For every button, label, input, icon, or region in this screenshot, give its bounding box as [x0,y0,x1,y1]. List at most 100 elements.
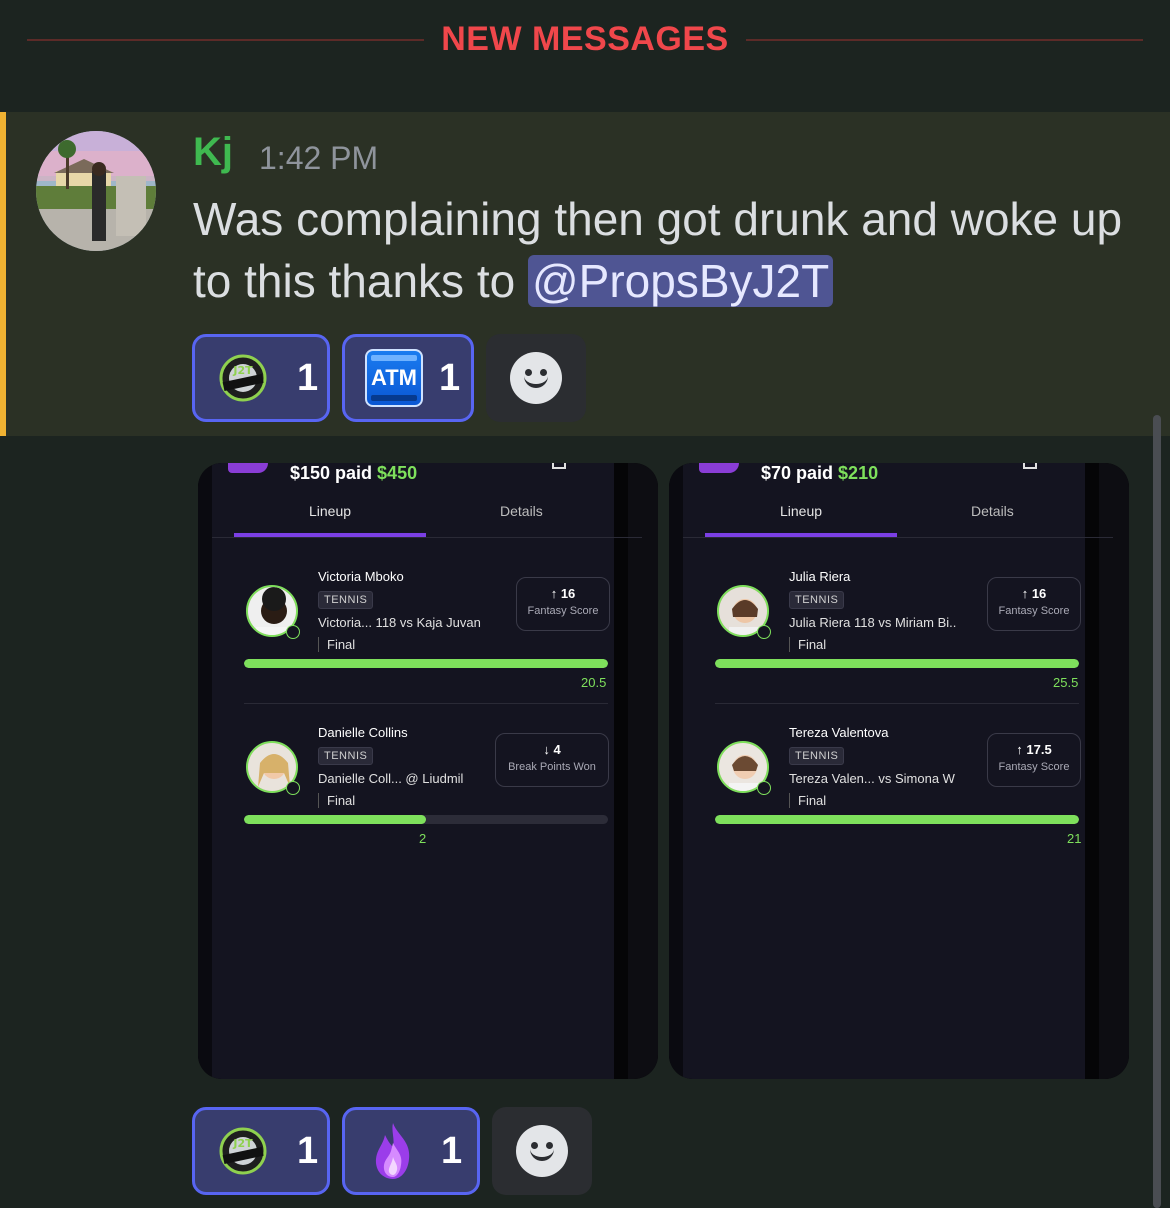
tab-lineup: Lineup [309,503,352,519]
paid-amount: $70 paid $210 [761,463,878,484]
progress-bar [715,659,1079,668]
atm-icon: ATM [365,349,423,407]
smiley-icon [516,1125,568,1177]
add-reaction-button[interactable] [486,334,586,422]
projection-value: ↑ 17.5 [988,742,1080,757]
svg-text:J2T: J2T [232,364,253,377]
add-reaction-button[interactable] [492,1107,592,1195]
result-value: 25.5 [1053,675,1079,690]
game-status: Final [789,637,826,652]
sport-badge: TENNIS [318,591,374,609]
game-status: Final [318,793,355,808]
divider-line-right [746,39,1143,41]
attachment-image-2[interactable]: $70 paid $210 Lineup Details Julia Riera… [669,463,1129,1079]
win-amount: $210 [838,463,879,483]
player-name: Julia Riera [789,569,851,584]
player-name: Victoria Mboko [318,569,404,584]
projection-value: ↑ 16 [517,586,609,601]
projection-label: Fantasy Score [998,761,1070,773]
check-icon [757,781,771,795]
paid-label: $150 paid [290,463,378,483]
tab-details: Details [971,503,1014,519]
reaction-count: 1 [297,1129,319,1172]
projection-number: 16 [560,586,576,601]
smiley-icon [510,352,562,404]
progress-fill [715,659,1079,668]
projection-number: 4 [553,742,561,757]
reaction-j2t-bottom[interactable]: J2T 1 [192,1107,330,1195]
tab-details: Details [500,503,543,519]
check-icon [757,625,771,639]
arrow-up-icon: ↑ [550,586,558,601]
timestamp: 1:42 PM [259,140,379,176]
projection-box: ↑ 16 Fantasy Score [987,577,1081,631]
projection-box: ↑ 16 Fantasy Score [516,577,610,631]
projection-label: Fantasy Score [527,605,599,617]
matchup: Julia Riera 118 vs Miriam Bi.. [789,615,957,630]
projection-value: ↑ 16 [988,586,1080,601]
share-icon [1023,463,1037,469]
progress-bar [244,815,608,824]
arrow-up-icon: ↑ [1021,586,1029,601]
progress-bar [715,815,1079,824]
game-status: Final [789,793,826,808]
projection-number: 16 [1031,586,1047,601]
matchup: Danielle Coll... @ Liudmil [318,771,464,786]
progress-bar [244,659,608,668]
sport-badge: TENNIS [789,747,845,765]
purple-fire-icon [367,1121,419,1181]
message-text: Was complaining then got drunk and woke … [193,188,1143,312]
projection-number: 17.5 [1026,742,1052,757]
result-value: 21 [1067,831,1082,846]
result-value: 2 [419,831,427,846]
atm-label: ATM [370,365,418,390]
player-name: Tereza Valentova [789,725,889,740]
player-card: Victoria Mboko TENNIS Victoria... 118 vs… [198,565,658,704]
mention[interactable]: @PropsByJ2T [527,255,834,307]
progress-fill [244,815,426,824]
scrollbar[interactable] [1153,415,1161,1208]
new-messages-divider: NEW MESSAGES [0,0,1170,112]
check-icon [286,781,300,795]
projection-box: ↑ 17.5 Fantasy Score [987,733,1081,787]
reaction-count: 1 [297,356,319,399]
matchup: Victoria... 118 vs Kaja Juvan [318,615,481,630]
result-value: 20.5 [581,675,607,690]
projection-box: ↓ 4 Break Points Won [495,733,609,787]
tab-lineup: Lineup [780,503,823,519]
paid-amount: $150 paid $450 [290,463,417,484]
highlight-bar [0,112,6,436]
username[interactable]: Kj [193,130,233,175]
j2t-sportscapper-icon: J2T [217,352,269,404]
check-icon [286,625,300,639]
player-card: Danielle Collins TENNIS Danielle Coll...… [198,721,658,851]
reaction-fire[interactable]: 1 [342,1107,480,1195]
player-name: Danielle Collins [318,725,408,740]
arrow-down-icon: ↓ [543,742,550,757]
player-card: Tereza Valentova TENNIS Tereza Valen... … [669,721,1129,851]
arrow-up-icon: ↑ [1016,742,1023,757]
app-logo-icon [228,463,268,473]
progress-fill [715,815,1079,824]
app-logo-icon [699,463,739,473]
reaction-count: 1 [439,356,461,399]
sport-badge: TENNIS [318,747,374,765]
reaction-j2t[interactable]: J2T 1 [192,334,330,422]
reaction-count: 1 [441,1129,463,1172]
matchup: Tereza Valen... vs Simona W [789,771,955,786]
j2t-sportscapper-icon: J2T [217,1125,269,1177]
game-status: Final [318,637,355,652]
win-amount: $450 [377,463,418,483]
projection-label: Fantasy Score [998,605,1070,617]
player-card: Julia Riera TENNIS Julia Riera 118 vs Mi… [669,565,1129,704]
share-icon [552,463,566,469]
progress-fill [244,659,608,668]
paid-label: $70 paid [761,463,839,483]
projection-value: ↓ 4 [496,742,608,757]
svg-text:J2T: J2T [232,1137,253,1150]
reaction-atm[interactable]: ATM 1 [342,334,474,422]
projection-label: Break Points Won [508,761,596,773]
attachment-image-1[interactable]: $150 paid $450 Lineup Details Victoria M… [198,463,658,1079]
sport-badge: TENNIS [789,591,845,609]
avatar[interactable] [36,131,156,251]
